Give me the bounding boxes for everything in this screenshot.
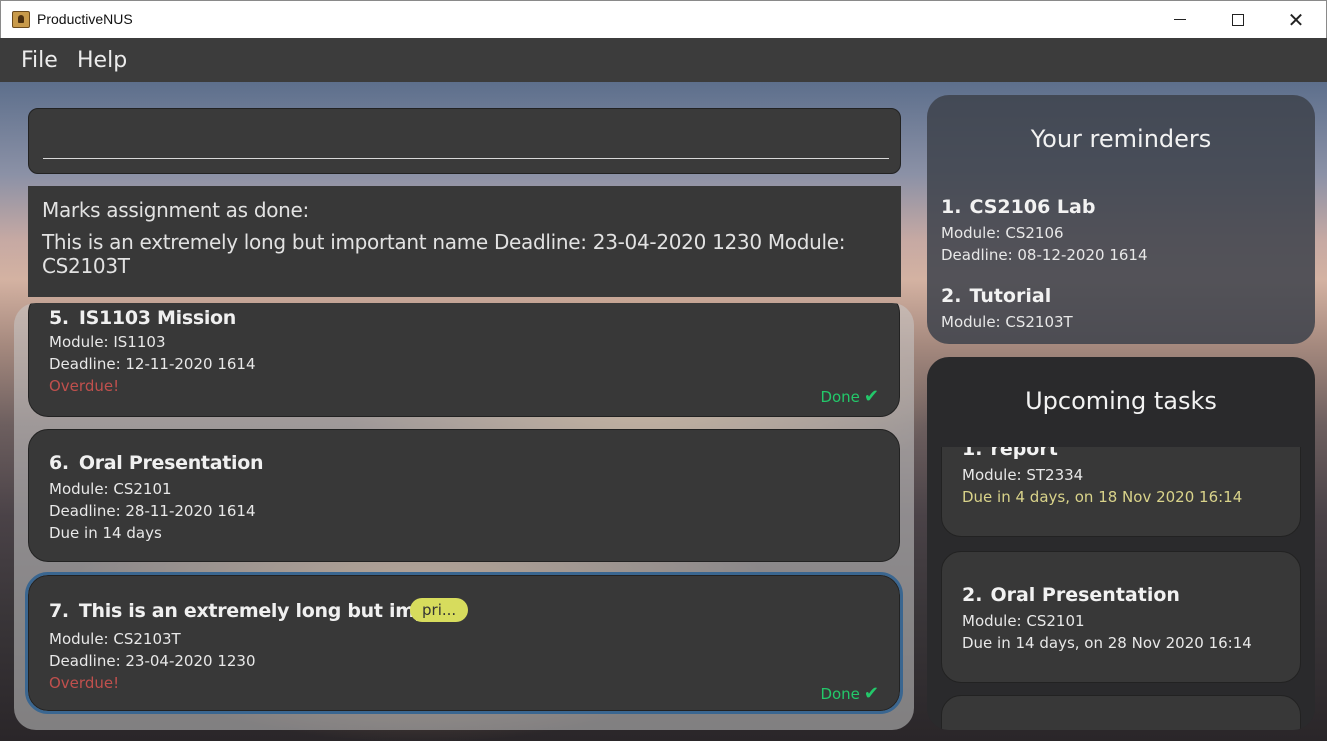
minimize-icon bbox=[1174, 19, 1186, 20]
close-button[interactable]: ✕ bbox=[1267, 1, 1325, 38]
done-label: Done bbox=[820, 685, 860, 703]
task-module: Module: CS2103T bbox=[49, 630, 181, 648]
check-icon: ✔ bbox=[863, 683, 879, 704]
task-title: 7. This is an extremely long but imp... bbox=[49, 600, 449, 622]
window-title: ProductiveNUS bbox=[37, 11, 133, 27]
task-deadline: Deadline: 23-04-2020 1230 bbox=[49, 652, 256, 670]
task-list-panel[interactable]: 5. IS1103 Mission Module: IS1103 Deadline… bbox=[14, 303, 914, 730]
task-status-overdue: Overdue! bbox=[49, 377, 120, 395]
upcoming-task-title: 1. report bbox=[962, 447, 1058, 460]
done-badge: Done ✔ bbox=[820, 683, 879, 704]
reminders-panel: Your reminders 1. CS2106 Lab Module: CS21… bbox=[927, 95, 1315, 344]
upcoming-title: Upcoming tasks bbox=[1025, 387, 1217, 415]
done-label: Done bbox=[820, 388, 860, 406]
task-title: 6. Oral Presentation bbox=[49, 452, 264, 474]
upcoming-card[interactable] bbox=[941, 695, 1301, 730]
command-input[interactable] bbox=[43, 123, 889, 159]
result-line-2: This is an extremely long but important … bbox=[42, 230, 846, 278]
result-line-1: Marks assignment as done: bbox=[42, 198, 309, 222]
result-display: Marks assignment as done: This is an ext… bbox=[28, 186, 901, 297]
upcoming-module: Module: CS2101 bbox=[962, 612, 1085, 630]
maximize-button[interactable] bbox=[1209, 1, 1267, 38]
upcoming-name: report bbox=[990, 447, 1058, 460]
reminder-deadline: Deadline: 08-12-2020 1614 bbox=[941, 246, 1148, 264]
maximize-icon bbox=[1232, 13, 1244, 26]
title-bar: ProductiveNUS ✕ bbox=[0, 0, 1327, 38]
reminders-title: Your reminders bbox=[1030, 125, 1212, 153]
upcoming-task-title: 2. Oral Presentation bbox=[962, 584, 1180, 606]
task-card[interactable]: 6. Oral Presentation Module: CS2101 Deadl… bbox=[28, 429, 900, 562]
reminder-name: Tutorial bbox=[969, 285, 1052, 307]
task-name: This is an extremely long but imp... bbox=[78, 600, 449, 622]
reminder-title: 1. CS2106 Lab bbox=[941, 196, 1095, 218]
reminder-name: CS2106 Lab bbox=[969, 196, 1096, 218]
check-icon: ✔ bbox=[863, 386, 879, 407]
task-module: Module: CS2101 bbox=[49, 480, 172, 498]
task-status-overdue: Overdue! bbox=[49, 674, 120, 692]
task-status: Due in 14 days bbox=[49, 524, 162, 542]
upcoming-card[interactable]: 1. report Module: ST2334 Due in 4 days, o… bbox=[941, 447, 1301, 537]
minimize-button[interactable] bbox=[1151, 1, 1209, 38]
task-index: 7. bbox=[49, 600, 69, 622]
upcoming-index: 2. bbox=[962, 584, 983, 606]
task-card-selected[interactable]: 7. This is an extremely long but imp... p… bbox=[25, 572, 903, 714]
task-name: IS1103 Mission bbox=[78, 307, 237, 329]
reminder-index: 2. bbox=[941, 285, 962, 307]
reminder-module: Module: CS2103T bbox=[941, 313, 1073, 331]
done-badge: Done ✔ bbox=[820, 386, 879, 407]
task-card[interactable]: 5. IS1103 Mission Module: IS1103 Deadline… bbox=[28, 303, 900, 417]
task-deadline: Deadline: 12-11-2020 1614 bbox=[49, 355, 256, 373]
task-index: 6. bbox=[49, 452, 69, 474]
reminder-index: 1. bbox=[941, 196, 962, 218]
command-box bbox=[28, 108, 901, 174]
tag-badge: pri... bbox=[410, 598, 469, 622]
upcoming-card[interactable]: 2. Oral Presentation Module: CS2101 Due i… bbox=[941, 551, 1301, 683]
upcoming-module: Module: ST2334 bbox=[962, 466, 1084, 484]
upcoming-name: Oral Presentation bbox=[990, 584, 1180, 606]
app-icon bbox=[12, 11, 30, 28]
upcoming-panel[interactable]: Upcoming tasks 1. report Module: ST2334 D… bbox=[927, 357, 1315, 730]
task-name: Oral Presentation bbox=[78, 452, 264, 474]
upcoming-index: 1. bbox=[962, 447, 983, 460]
close-icon: ✕ bbox=[1287, 7, 1305, 32]
task-deadline: Deadline: 28-11-2020 1614 bbox=[49, 502, 256, 520]
upcoming-due: Due in 4 days, on 18 Nov 2020 16:14 bbox=[962, 488, 1243, 506]
task-title: 5. IS1103 Mission bbox=[49, 307, 236, 329]
task-index: 5. bbox=[49, 307, 69, 329]
reminder-module: Module: CS2106 bbox=[941, 224, 1064, 242]
task-module: Module: IS1103 bbox=[49, 333, 166, 351]
upcoming-list[interactable]: 1. report Module: ST2334 Due in 4 days, o… bbox=[927, 447, 1315, 730]
menu-file[interactable]: File bbox=[21, 48, 58, 73]
upcoming-due: Due in 14 days, on 28 Nov 2020 16:14 bbox=[962, 634, 1252, 652]
menu-bar: File Help bbox=[0, 38, 1327, 82]
reminder-title: 2. Tutorial bbox=[941, 285, 1051, 307]
menu-help[interactable]: Help bbox=[77, 48, 127, 73]
